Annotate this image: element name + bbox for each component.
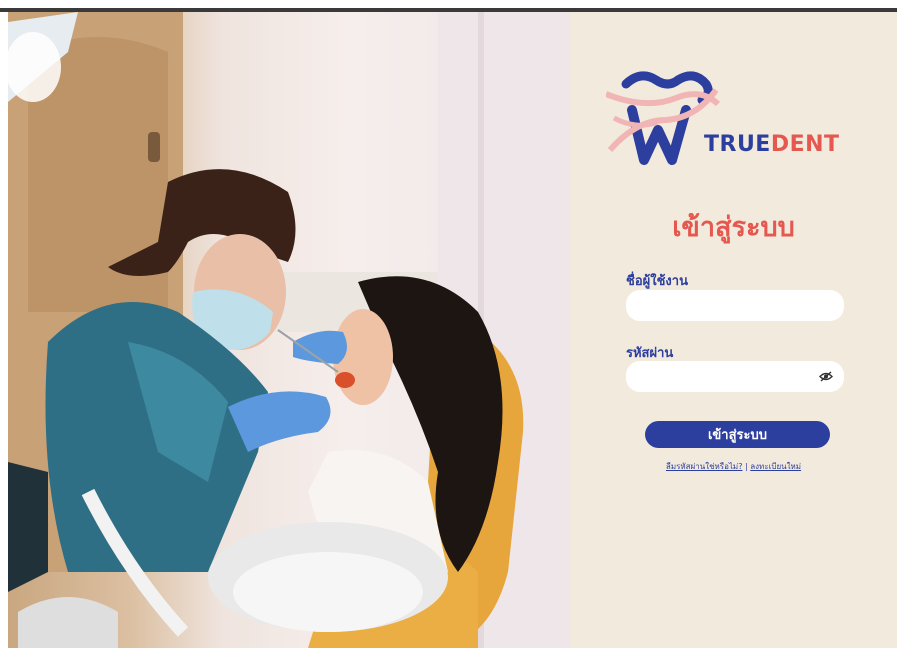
username-input[interactable] <box>626 290 844 321</box>
brand-name-dent: DENT <box>770 132 840 157</box>
brand-name-true: TRUE <box>704 132 771 157</box>
tooth-logo-icon <box>606 71 721 165</box>
brand-wordmark: TRUEDENT <box>704 132 840 157</box>
register-link[interactable]: ลงทะเบียนใหม่ <box>750 462 801 471</box>
username-field-wrapper <box>626 290 844 321</box>
photo-illustration <box>8 12 570 648</box>
username-label: ชื่อผู้ใช้งาน <box>626 274 688 289</box>
password-input[interactable] <box>626 361 844 392</box>
help-links: ลืมรหัสผ่านใช่หรือไม่? | ลงทะเบียนใหม่ <box>570 460 897 473</box>
forgot-password-link[interactable]: ลืมรหัสผ่านใช่หรือไม่? <box>666 462 743 471</box>
password-label: รหัสผ่าน <box>626 346 674 361</box>
dentist-with-patient-photo <box>8 12 570 648</box>
login-panel: TRUEDENT เข้าสู่ระบบ ชื่อผู้ใช้งาน รหัสผ… <box>570 12 897 648</box>
page-title: เข้าสู่ระบบ <box>672 212 795 243</box>
password-field-wrapper <box>626 361 844 392</box>
link-separator: | <box>745 462 748 471</box>
eye-off-icon[interactable] <box>819 370 833 383</box>
login-button[interactable]: เข้าสู่ระบบ <box>645 421 830 448</box>
truedent-logo: TRUEDENT <box>606 70 866 180</box>
